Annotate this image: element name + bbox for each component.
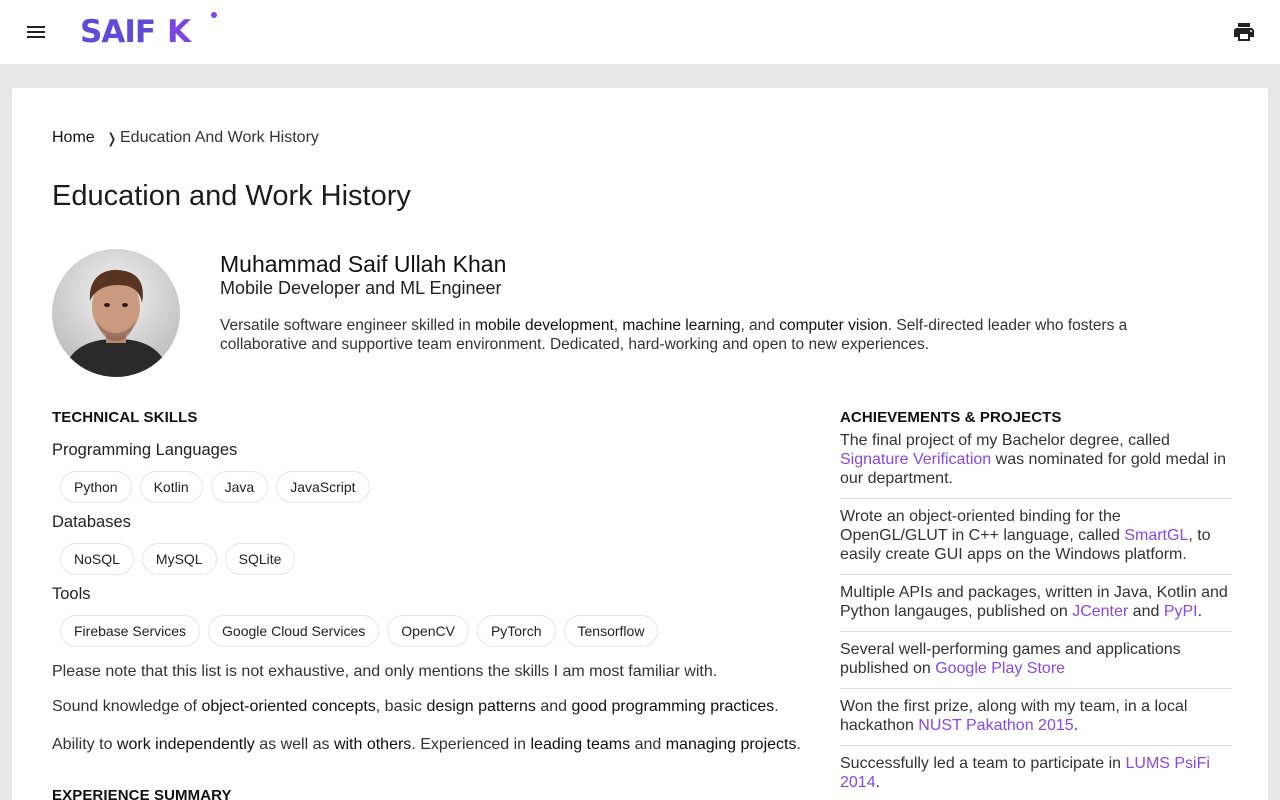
highlight: machine learning — [622, 317, 741, 334]
skill-chip[interactable]: Firebase Services — [60, 615, 201, 647]
project-link[interactable]: Signature Verification — [840, 451, 991, 468]
profile-summary: Versatile software engineer skilled in m… — [220, 317, 1128, 353]
menu-icon[interactable] — [24, 20, 48, 44]
logo-letter: K — [167, 14, 191, 50]
project-link[interactable]: JCenter — [1072, 603, 1128, 620]
skills-group-title: Databases — [52, 513, 131, 531]
highlight: with others — [333, 736, 412, 753]
print-icon[interactable] — [1232, 20, 1256, 44]
skill-chip[interactable]: JavaScript — [276, 471, 370, 503]
project-link[interactable]: PyPI — [1164, 603, 1198, 620]
skill-chip[interactable]: Java — [210, 471, 269, 503]
skill-chip[interactable]: PyTorch — [476, 615, 556, 647]
section-heading-achievements: ACHIEVEMENTS & PROJECTS — [840, 409, 1062, 426]
skills-paragraph: Sound knowledge of object-oriented conce… — [52, 698, 779, 715]
section-heading-technical-skills: TECHNICAL SKILLS — [52, 409, 198, 426]
highlight: mobile development — [475, 317, 614, 334]
skill-chip[interactable]: MySQL — [141, 543, 217, 575]
project-link[interactable]: Google Play Store — [935, 660, 1065, 677]
page-title: Education and Work History — [52, 180, 411, 212]
list-item: Won the first prize, along with my team,… — [840, 697, 1232, 746]
skill-chip[interactable]: Python — [60, 471, 132, 503]
list-item: Wrote an object-oriented binding for the… — [840, 507, 1232, 575]
skills-group-title: Programming Languages — [52, 441, 238, 459]
skill-chip[interactable]: SQLite — [224, 543, 296, 575]
highlight: object-oriented concepts — [201, 698, 376, 715]
breadcrumb-current: Education And Work History — [120, 129, 319, 146]
site-logo[interactable]: SAIF K — [80, 12, 191, 52]
chip-group-languages: Python Kotlin Java JavaScript — [60, 471, 370, 503]
skill-chip[interactable]: Kotlin — [139, 471, 203, 503]
profile-name: Muhammad Saif Ullah Khan — [220, 251, 507, 277]
skills-group-title: Tools — [52, 585, 91, 603]
achievements-list: The final project of my Bachelor degree,… — [840, 431, 1232, 800]
list-item: Successfully led a team to participate i… — [840, 754, 1232, 800]
breadcrumb-separator-icon: ❭ — [106, 130, 118, 146]
skills-note: Please note that this list is not exhaus… — [52, 663, 718, 680]
highlight: leading teams — [530, 736, 631, 753]
highlight: good programming practices — [571, 698, 775, 715]
skill-chip[interactable]: OpenCV — [387, 615, 469, 647]
project-link[interactable]: SmartGL — [1124, 527, 1188, 544]
skill-chip[interactable]: NoSQL — [60, 543, 134, 575]
list-item: Several well-performing games and applic… — [840, 640, 1232, 689]
chip-group-databases: NoSQL MySQL SQLite — [60, 543, 296, 575]
skill-chip[interactable]: Google Cloud Services — [208, 615, 380, 647]
avatar — [52, 249, 180, 377]
top-app-bar: SAIF K — [0, 0, 1280, 64]
breadcrumb-home-link[interactable]: Home — [52, 128, 95, 148]
chip-group-tools: Firebase Services Google Cloud Services … — [60, 615, 659, 647]
highlight: computer vision — [779, 317, 888, 334]
highlight: design patterns — [426, 698, 536, 715]
list-item: Multiple APIs and packages, written in J… — [840, 583, 1232, 632]
logo-text: SAIF — [80, 14, 156, 50]
highlight: work independently — [116, 736, 255, 753]
skill-chip[interactable]: Tensorflow — [563, 615, 659, 647]
logo-dot — [211, 12, 217, 18]
project-link[interactable]: NUST Pakathon 2015 — [918, 717, 1073, 734]
highlight: managing projects — [665, 736, 797, 753]
section-heading-experience-summary: EXPERIENCE SUMMARY — [52, 787, 232, 800]
profile-role: Mobile Developer and ML Engineer — [220, 278, 502, 298]
list-item: The final project of my Bachelor degree,… — [840, 431, 1232, 499]
content-card: Home ❭ Education And Work History Educat… — [12, 88, 1268, 800]
skills-paragraph: Ability to work independently as well as… — [52, 736, 801, 753]
